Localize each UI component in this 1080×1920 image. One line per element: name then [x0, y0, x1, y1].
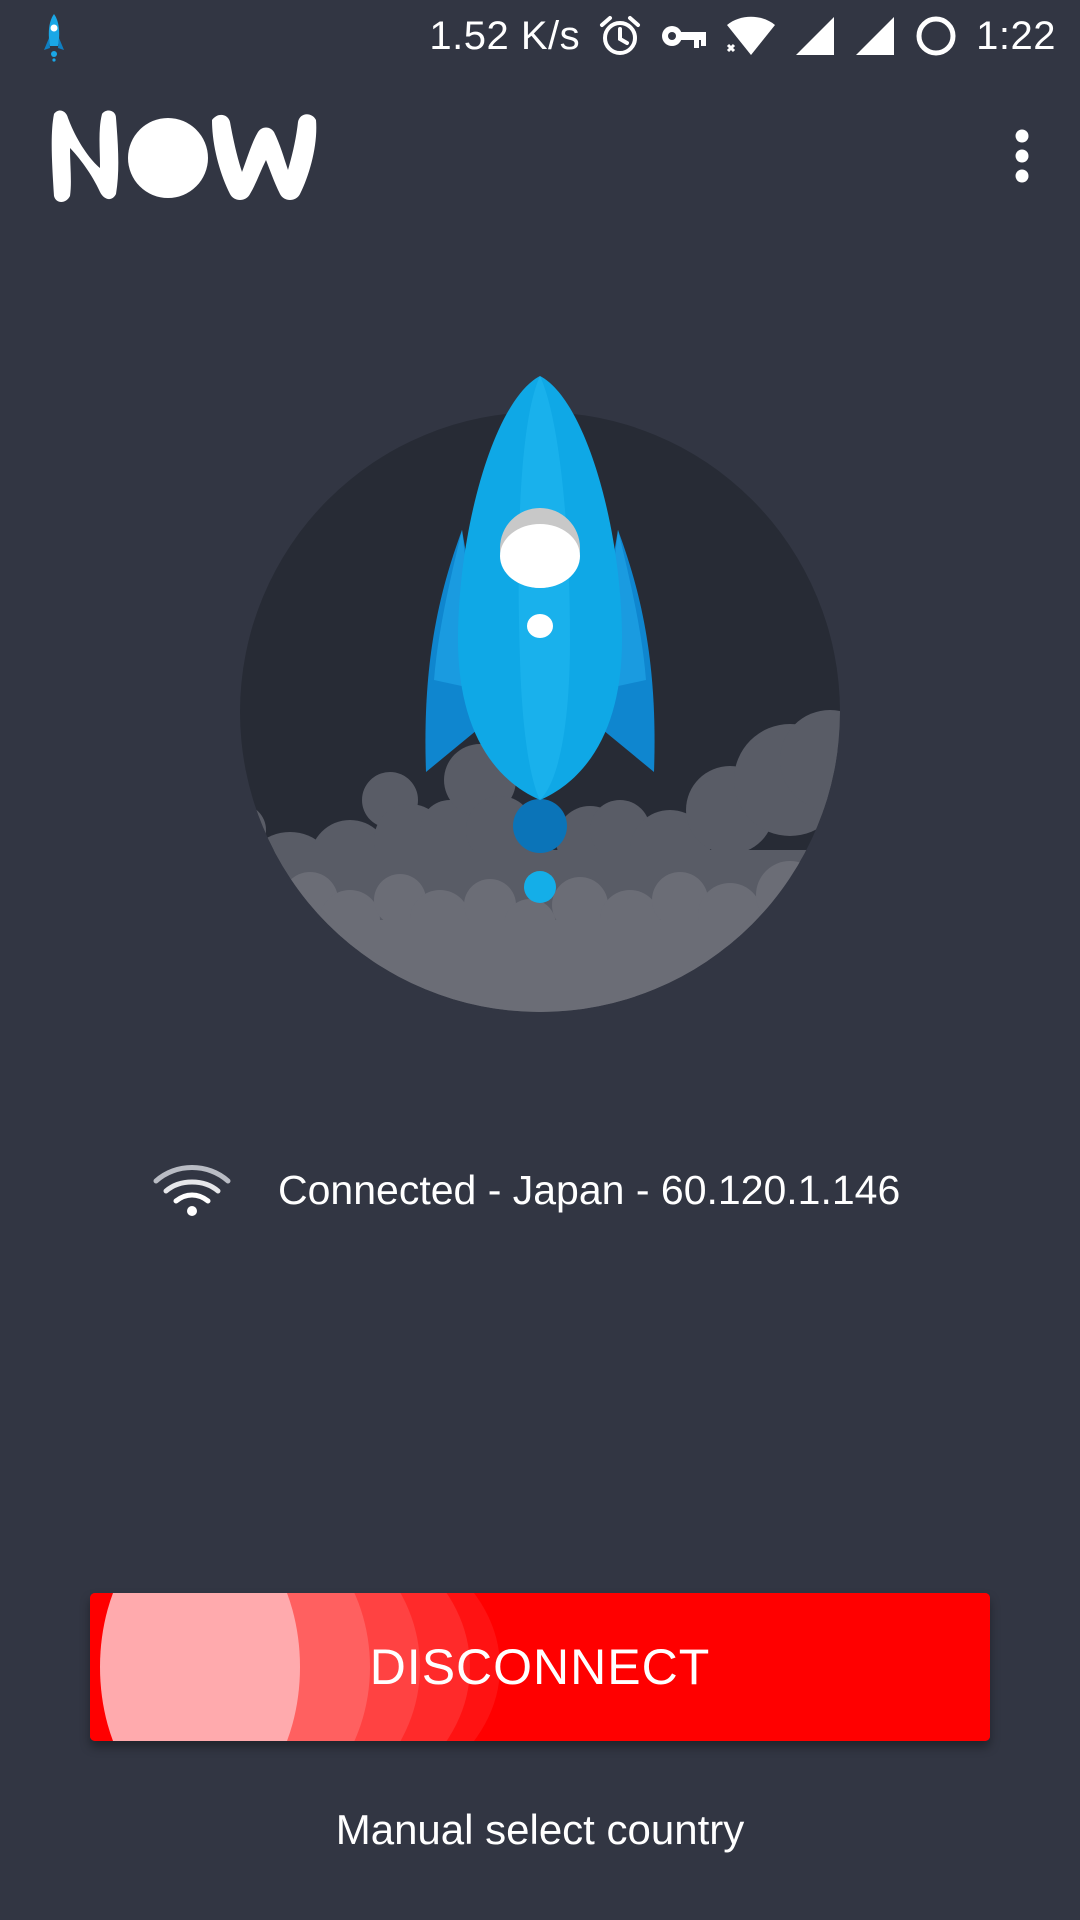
exhaust-dot [513, 799, 567, 853]
wifi-icon [727, 16, 776, 55]
rocket-porthole [527, 614, 553, 638]
network-speed: 1.52 K/s [429, 13, 581, 58]
disconnect-button[interactable]: DISCONNECT [90, 1593, 990, 1741]
disconnect-label: DISCONNECT [369, 1639, 711, 1695]
alarm-icon [600, 16, 641, 55]
signal-icon [856, 17, 895, 55]
status-indicators: 1.52 K/s 1:22 [429, 0, 1056, 72]
rocket-icon [44, 14, 64, 62]
battery-circle-icon [916, 16, 956, 56]
exhaust-dot [524, 871, 556, 903]
wifi-icon [153, 1165, 231, 1216]
clock: 1:22 [976, 13, 1056, 58]
vpn-main-screen: 1.52 K/s 1:22 Connected - Japan - 60.120… [0, 0, 1080, 1920]
more-vert-icon [1015, 129, 1029, 183]
more-options-button[interactable] [982, 112, 1062, 200]
manual-select-country-link[interactable]: Manual select country [240, 1806, 840, 1854]
vpn-key-icon [662, 26, 707, 48]
now-logo [51, 110, 317, 202]
rocket-launch-illustration [240, 376, 840, 1012]
signal-icon [796, 17, 835, 55]
rocket-window [500, 524, 580, 588]
status-bar: 1.52 K/s 1:22 [0, 0, 1080, 72]
connection-status-text: Connected - Japan - 60.120.1.146 [278, 1166, 901, 1213]
connection-status: Connected - Japan - 60.120.1.146 [152, 1160, 952, 1220]
